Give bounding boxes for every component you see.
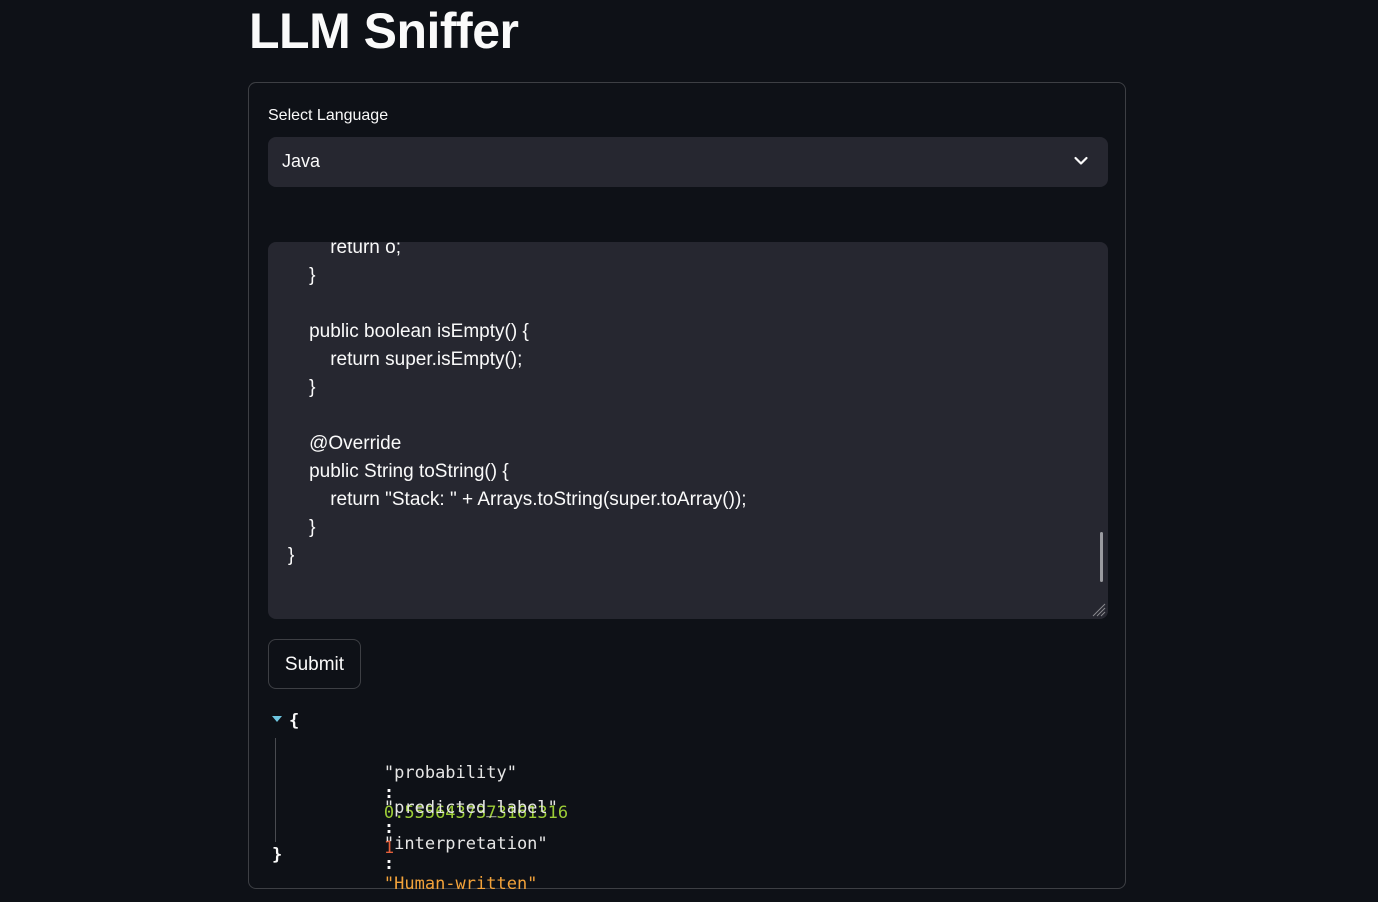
language-select[interactable]: Java: [268, 137, 1108, 187]
language-select-value: Java: [282, 151, 321, 171]
code-line: return super.isEmpty();: [288, 349, 523, 370]
json-result-viewer: { "probability" : 0.5556437373161316 "pr…: [249, 705, 1119, 894]
resize-handle-icon[interactable]: [1090, 601, 1106, 617]
textarea-scrollbar[interactable]: [1100, 532, 1103, 582]
submit-button[interactable]: Submit: [268, 639, 361, 689]
json-close-brace: }: [272, 845, 283, 865]
code-line: }: [288, 265, 316, 286]
page-title: LLM Sniffer: [249, 3, 519, 59]
code-text: return o; } public boolean isEmpty() { r…: [288, 242, 747, 570]
json-indent-guide: [275, 738, 276, 842]
chevron-down-icon[interactable]: [1072, 152, 1090, 170]
code-line: public boolean isEmpty() {: [288, 321, 529, 342]
json-open-brace: {: [289, 711, 300, 731]
code-line: }: [288, 545, 295, 566]
code-line: return o;: [288, 242, 401, 258]
input-form: Select Language Java return o; } public …: [248, 82, 1126, 894]
json-separator: :: [383, 854, 395, 874]
collapse-triangle-icon[interactable]: [271, 715, 283, 723]
json-key: "interpretation": [383, 834, 548, 854]
code-line: return "Stack: " + Arrays.toString(super…: [288, 489, 747, 510]
code-line: }: [288, 517, 316, 538]
code-line: @Override: [288, 433, 402, 454]
json-value: "Human-written": [383, 874, 538, 894]
code-textarea[interactable]: return o; } public boolean isEmpty() { r…: [268, 242, 1108, 619]
json-entry-interpretation: "interpretation" : "Human-written": [302, 814, 548, 902]
code-line: public String toString() {: [288, 461, 509, 482]
app-page: LLM Sniffer Select Language Java return …: [0, 0, 1378, 902]
language-select-label: Select Language: [268, 107, 389, 124]
code-line: }: [288, 377, 316, 398]
